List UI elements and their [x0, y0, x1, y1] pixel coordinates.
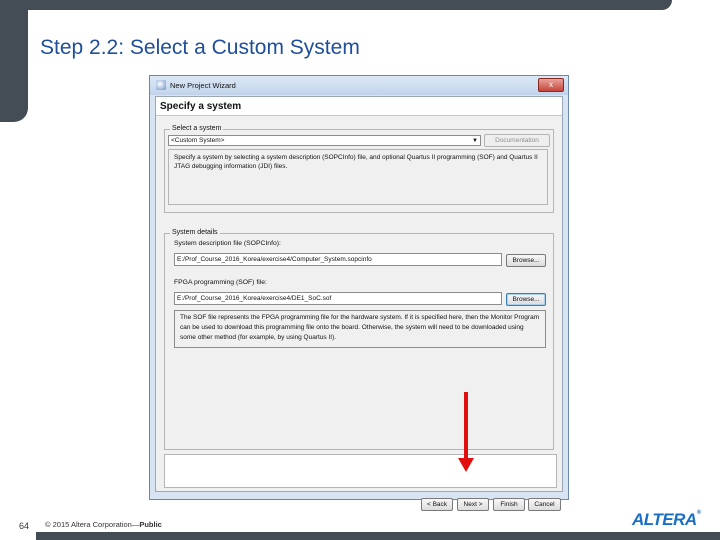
browse-sopcinfo-button[interactable]: Browse... [506, 254, 546, 267]
system-combo-value: <Custom System> [171, 137, 225, 144]
sof-description-text: The SOF file represents the FPGA program… [174, 310, 546, 348]
wizard-header: Specify a system [156, 97, 562, 116]
page-number: 64 [19, 521, 30, 531]
sopcinfo-label: System description file (SOPCInfo): [174, 240, 281, 247]
red-arrow-head-icon [458, 458, 474, 472]
sof-input[interactable]: E:/Prof_Course_2016_Korea/exercise4/DE1_… [174, 292, 502, 305]
sof-label: FPGA programming (SOF) file: [174, 279, 267, 286]
cancel-button[interactable]: Cancel [528, 498, 561, 511]
select-system-legend: Select a system [170, 125, 224, 132]
new-project-wizard-dialog: New Project Wizard x Specify a system Se… [149, 75, 569, 511]
window-titlebar: New Project Wizard x [150, 76, 568, 95]
wizard-content: Specify a system Select a system <Custom… [155, 96, 563, 511]
system-combo[interactable]: <Custom System> ▼ [168, 135, 481, 146]
slide-left-bar [0, 0, 28, 122]
logo-wordmark: ALTERA [632, 510, 697, 529]
red-arrow-shaft [464, 392, 468, 460]
close-button[interactable]: x [538, 78, 564, 92]
slide-top-bar [28, 0, 672, 10]
app-icon [156, 80, 166, 90]
copyright-prefix: © 2015 Altera Corporation— [45, 520, 140, 529]
chevron-down-icon[interactable]: ▼ [472, 136, 478, 146]
copyright: © 2015 Altera Corporation—Public [45, 520, 162, 529]
altera-logo: ALTERA® [632, 510, 701, 530]
back-button[interactable]: < Back [421, 498, 453, 511]
message-area [164, 454, 557, 488]
next-button[interactable]: Next > [457, 498, 489, 511]
finish-button[interactable]: Finish [493, 498, 525, 511]
slide-bottom-bar [36, 532, 720, 540]
window-title: New Project Wizard [170, 81, 236, 90]
slide-title: Step 2.2: Select a Custom System [40, 36, 360, 59]
documentation-button[interactable]: Documentation [484, 134, 550, 147]
sopcinfo-input[interactable]: E:/Prof_Course_2016_Korea/exercise4/Comp… [174, 253, 502, 266]
browse-sof-button[interactable]: Browse... [506, 293, 546, 306]
system-details-legend: System details [170, 229, 220, 236]
logo-registered-mark: ® [696, 510, 701, 516]
page-heading: Specify a system [160, 101, 242, 112]
system-description-text: Specify a system by selecting a system d… [168, 149, 548, 205]
copyright-public: Public [139, 520, 162, 529]
